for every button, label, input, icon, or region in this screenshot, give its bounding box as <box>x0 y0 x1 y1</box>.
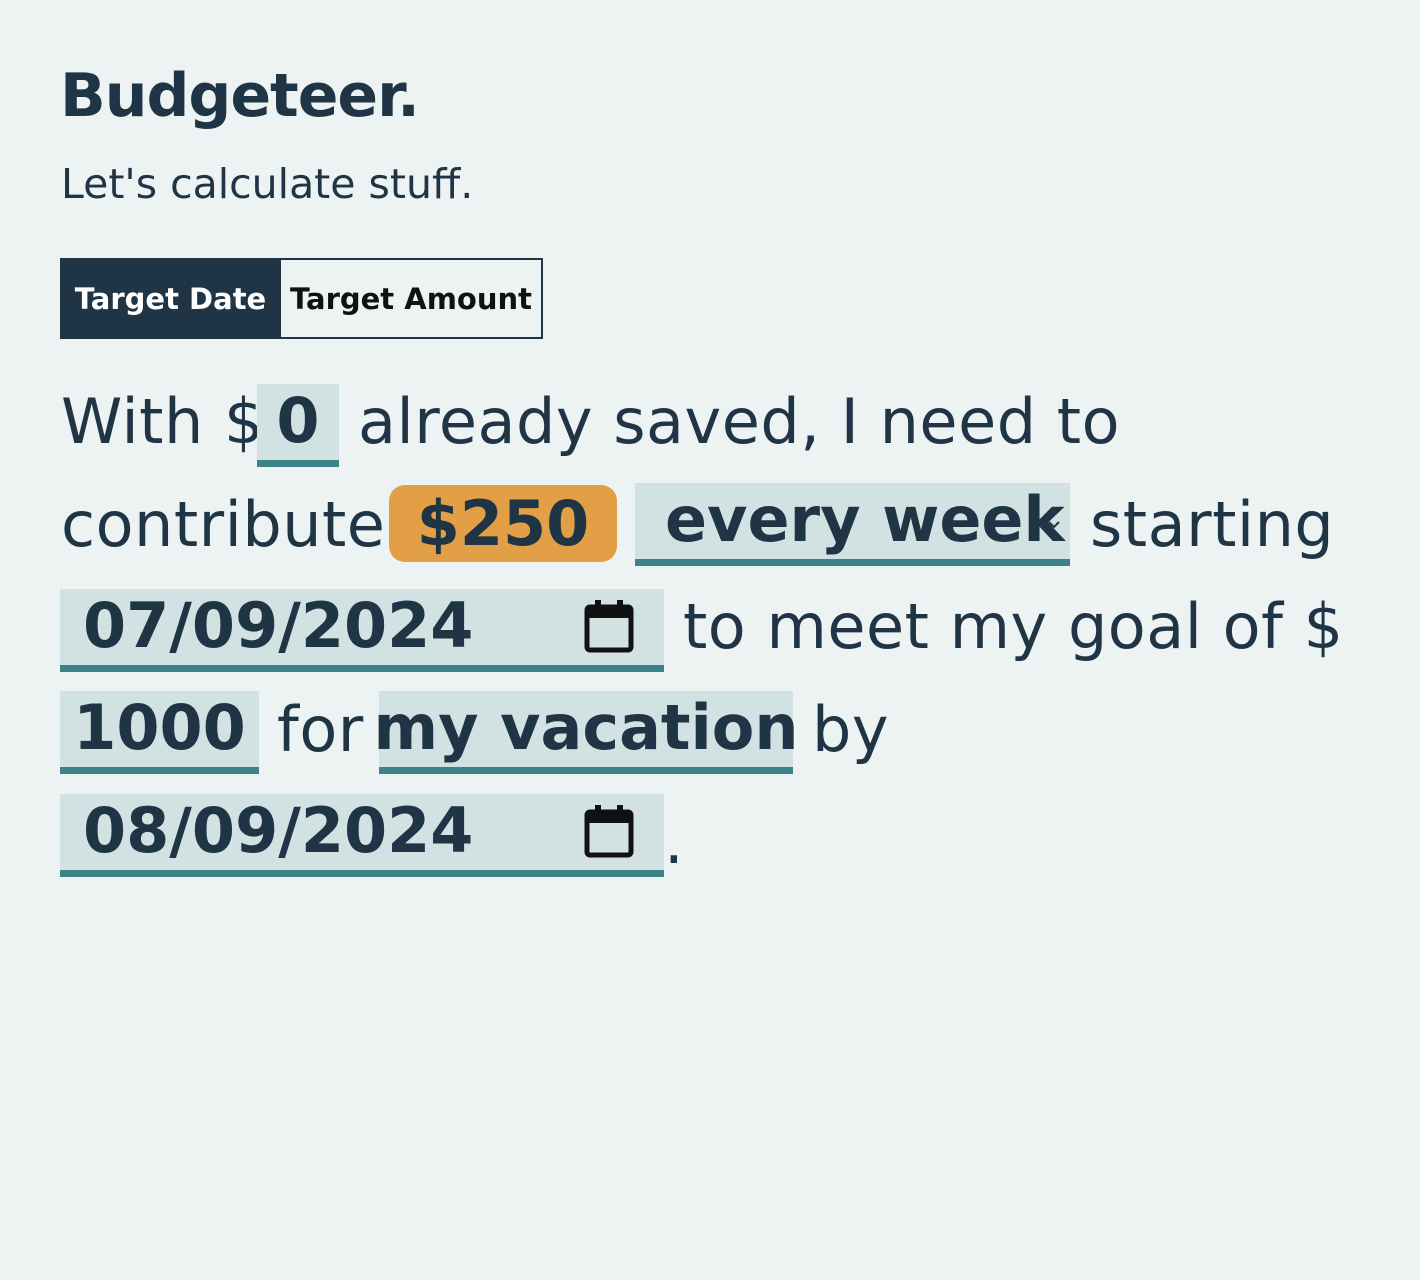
saved-amount-value: 0 <box>276 383 320 457</box>
mode-tabs: Target Date Target Amount <box>60 258 543 339</box>
app-title: Budgeteer. <box>60 61 420 131</box>
contribution-amount-badge: $250 <box>389 485 617 562</box>
sentence-already-saved: already saved, I need to <box>358 385 1121 458</box>
sentence-period: . <box>664 805 685 878</box>
sentence-by: by <box>812 693 890 766</box>
chevron-down-icon <box>1048 521 1060 529</box>
end-date-input[interactable]: 08/09/2024 <box>60 794 664 877</box>
start-date-value: 07/09/2024 <box>83 588 474 662</box>
goal-amount-input[interactable]: 1000 <box>60 691 259 774</box>
sentence-meet-goal: to meet my goal of $ <box>683 590 1344 663</box>
goal-amount-value: 1000 <box>73 690 246 764</box>
calendar-icon[interactable] <box>584 804 634 858</box>
frequency-select[interactable]: every week <box>635 483 1070 566</box>
tab-target-date[interactable]: Target Date <box>62 260 279 337</box>
sentence-for: for <box>277 693 364 766</box>
app-subtitle: Let's calculate stuff. <box>61 160 474 208</box>
calendar-icon[interactable] <box>584 599 634 653</box>
end-date-value: 08/09/2024 <box>83 793 474 867</box>
goal-name-value: my vacation <box>373 690 799 764</box>
sentence-with-prefix: With $ <box>61 385 264 458</box>
frequency-value: every week <box>665 482 1065 556</box>
sentence-starting: starting <box>1090 488 1335 561</box>
start-date-input[interactable]: 07/09/2024 <box>60 589 664 672</box>
tab-target-amount[interactable]: Target Amount <box>279 260 541 337</box>
saved-amount-input[interactable]: 0 <box>257 384 339 467</box>
goal-name-input[interactable]: my vacation <box>373 691 799 774</box>
sentence-contribute: contribute <box>61 488 386 561</box>
